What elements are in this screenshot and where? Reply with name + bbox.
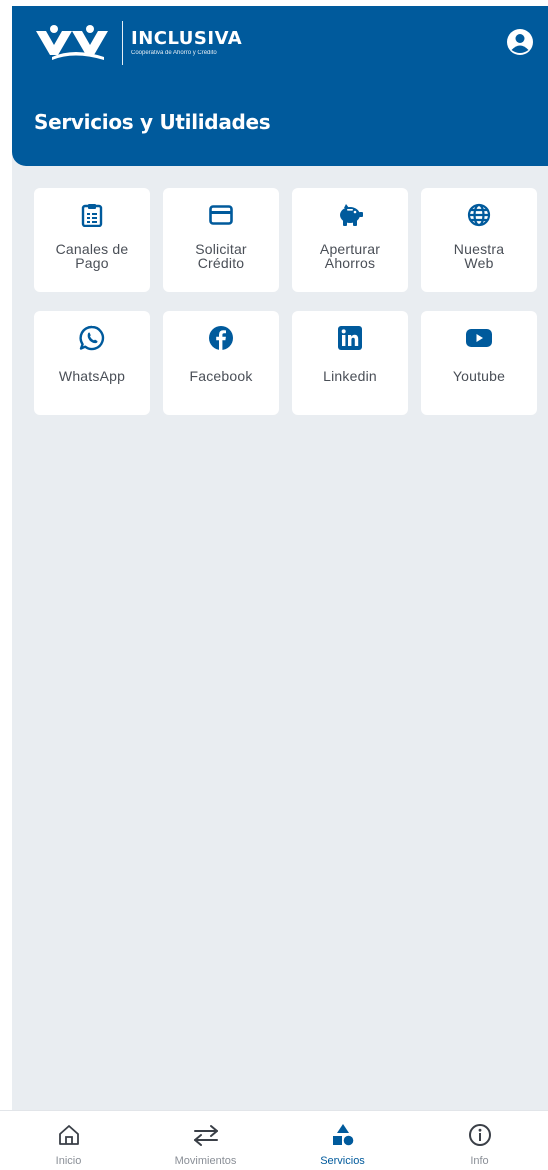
service-label: Nuestra Web (453, 241, 505, 271)
home-icon (55, 1121, 83, 1149)
brand-name: INCLUSIVA (131, 28, 243, 49)
nav-label: Movimientos (174, 1155, 237, 1167)
inclusiva-logo-icon (36, 25, 108, 60)
service-card-youtube[interactable]: Youtube (421, 311, 537, 415)
info-icon (466, 1121, 494, 1149)
nav-label: Inicio (55, 1155, 82, 1167)
nav-item-inicio[interactable]: Inicio (0, 1111, 137, 1170)
clipboard-list-icon (79, 202, 105, 228)
nav-label: Servicios (320, 1155, 365, 1167)
brand-tagline: Cooperativa de Ahorro y Crédito (131, 50, 217, 56)
brand-logo: INCLUSIVA Cooperativa de Ahorro y Crédit… (32, 18, 242, 68)
shapes-icon (329, 1121, 357, 1149)
whatsapp-icon (79, 325, 105, 351)
service-label: Canales de Pago (55, 241, 129, 271)
nav-item-movimientos[interactable]: Movimientos (137, 1111, 274, 1170)
bottom-navigation: Inicio Movimientos Servicios Info (0, 1110, 548, 1170)
app-header: INCLUSIVA Cooperativa de Ahorro y Crédit… (12, 6, 548, 166)
service-card-aperturar-ahorros[interactable]: Aperturar Ahorros (292, 188, 408, 292)
service-label: WhatsApp (58, 368, 126, 384)
logo-text: INCLUSIVA Cooperativa de Ahorro y Crédit… (131, 29, 242, 57)
service-card-whatsapp[interactable]: WhatsApp (34, 311, 150, 415)
app-screen: INCLUSIVA Cooperativa de Ahorro y Crédit… (12, 6, 548, 1110)
user-circle-icon[interactable] (506, 28, 534, 56)
facebook-icon (208, 325, 234, 351)
youtube-icon (466, 325, 492, 351)
transfer-arrows-icon (192, 1121, 220, 1149)
service-label: Solicitar Crédito (195, 241, 247, 271)
service-card-solicitar-credito[interactable]: Solicitar Crédito (163, 188, 279, 292)
service-label: Linkedin (323, 368, 377, 384)
piggy-bank-icon (337, 202, 363, 228)
service-label: Aperturar Ahorros (319, 241, 381, 271)
linkedin-icon (337, 325, 363, 351)
globe-icon (466, 202, 492, 228)
page-title: Servicios y Utilidades (34, 110, 271, 134)
service-card-linkedin[interactable]: Linkedin (292, 311, 408, 415)
logo-divider (122, 21, 123, 65)
services-grid: Canales de Pago Solicitar Crédito Apertu… (34, 188, 537, 415)
nav-item-info[interactable]: Info (411, 1111, 548, 1170)
nav-label: Info (470, 1155, 489, 1167)
service-card-facebook[interactable]: Facebook (163, 311, 279, 415)
service-card-canales-pago[interactable]: Canales de Pago (34, 188, 150, 292)
service-label: Youtube (452, 368, 506, 384)
service-label: Facebook (189, 368, 253, 384)
nav-item-servicios[interactable]: Servicios (274, 1111, 411, 1170)
service-card-nuestra-web[interactable]: Nuestra Web (421, 188, 537, 292)
credit-card-icon (208, 202, 234, 228)
